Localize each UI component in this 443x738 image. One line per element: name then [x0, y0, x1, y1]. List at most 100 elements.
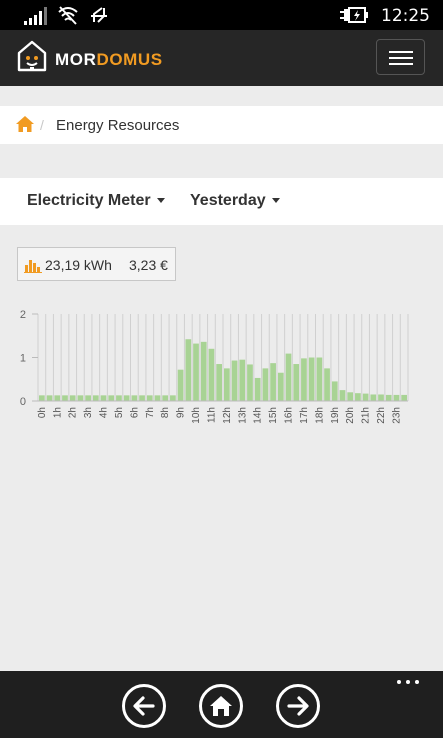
bar: [216, 364, 222, 401]
bar: [277, 372, 284, 401]
arrow-left-icon: [133, 696, 155, 716]
bar: [347, 392, 354, 401]
bar: [331, 381, 338, 401]
period-dropdown[interactable]: Yesterday: [190, 192, 280, 210]
bar: [46, 395, 53, 401]
x-tick-label: 15h: [268, 407, 279, 424]
x-tick-label: 6h: [129, 407, 140, 418]
home-icon: [210, 696, 232, 716]
meter-dropdown[interactable]: Electricity Meter: [27, 192, 165, 210]
arrow-right-icon: [287, 696, 309, 716]
bar: [85, 395, 91, 401]
x-tick-label: 13h: [237, 407, 248, 424]
x-tick-label: 5h: [114, 407, 125, 418]
bar: [285, 353, 292, 401]
bar: [401, 394, 407, 401]
mordomus-logo-icon: [17, 40, 47, 72]
bar: [123, 395, 130, 401]
energy-total: 23,19 kWh: [45, 257, 112, 273]
forward-button[interactable]: [276, 684, 320, 728]
x-tick-label: 14h: [253, 407, 264, 424]
bar: [247, 364, 253, 401]
x-tick-label: 19h: [330, 407, 341, 424]
caret-down-icon: [271, 198, 280, 204]
clock: 12:25: [381, 6, 430, 26]
bar-chart-icon: [24, 260, 42, 273]
bar: [262, 368, 269, 401]
x-tick-label: 22h: [376, 407, 387, 424]
bar: [62, 395, 68, 401]
brand-name: MORDOMUS: [55, 50, 163, 69]
bar: [239, 359, 246, 401]
wifi-icon: [58, 6, 78, 25]
system-status-bar: 12:25: [0, 0, 443, 30]
bar: [154, 395, 161, 401]
y-tick-label: 0: [20, 396, 26, 408]
bar: [39, 395, 45, 401]
bar: [316, 357, 323, 401]
bar: [362, 393, 369, 401]
breadcrumb: / Energy Resources: [0, 106, 443, 144]
hourly-consumption-chart: 0120h 1h 2h 3h 4h 5h 6h 7h 8h 9h 10h 11h 12h 13h 14h 15…: [20, 309, 409, 424]
x-tick-label: 7h: [145, 407, 156, 418]
bar: [69, 395, 76, 401]
bar: [108, 395, 115, 401]
x-tick-label: 21h: [361, 407, 372, 424]
cost-total: 3,23 €: [129, 257, 168, 273]
bar: [92, 395, 99, 401]
bar: [308, 357, 315, 401]
x-tick-label: 16h: [284, 407, 295, 424]
bar: [393, 394, 400, 401]
x-tick-label: 2h: [68, 407, 79, 418]
bar: [355, 393, 361, 401]
x-tick-label: 23h: [391, 407, 402, 424]
data-connection-icon: [91, 7, 107, 23]
x-tick-label: 18h: [314, 407, 325, 424]
bar: [77, 395, 84, 401]
bar: [100, 395, 107, 401]
bar: [54, 395, 61, 401]
x-tick-label: 17h: [299, 407, 310, 424]
consumption-summary: 23,19 kWh 3,23 €: [17, 247, 176, 281]
meter-dropdown-label: Electricity Meter: [27, 192, 151, 209]
bar: [293, 364, 300, 401]
x-tick-label: 10h: [191, 407, 202, 424]
bar: [146, 395, 153, 401]
x-tick-label: 8h: [160, 407, 171, 418]
bar: [170, 395, 176, 401]
y-tick-label: 2: [20, 309, 26, 321]
home-button[interactable]: [199, 684, 243, 728]
bar: [254, 377, 261, 401]
bar: [224, 368, 230, 401]
bar: [193, 343, 199, 401]
app-header: MORDOMUS: [0, 30, 443, 86]
battery-charging-icon: [340, 7, 368, 23]
bar: [139, 395, 145, 401]
bar: [116, 395, 122, 401]
bar: [385, 394, 392, 401]
bottom-app-bar: [0, 671, 443, 738]
menu-button[interactable]: [376, 39, 425, 75]
x-tick-label: 9h: [176, 407, 187, 418]
bar: [339, 390, 346, 401]
bar: [177, 369, 184, 401]
breadcrumb-current: Energy Resources: [56, 117, 180, 134]
more-dots-icon[interactable]: [396, 677, 424, 687]
signal-strength-icon: [24, 7, 47, 25]
bar: [200, 341, 207, 401]
back-button[interactable]: [122, 684, 166, 728]
x-tick-label: 4h: [99, 407, 110, 418]
y-tick-label: 1: [20, 353, 26, 365]
x-tick-label: 0h: [37, 407, 48, 418]
bar: [162, 395, 169, 401]
hamburger-icon: [389, 51, 413, 53]
x-tick-label: 11h: [206, 407, 217, 423]
bar: [301, 358, 307, 401]
bar: [131, 395, 138, 401]
bar: [324, 368, 330, 401]
bar: [370, 394, 377, 401]
home-icon[interactable]: [15, 115, 35, 133]
period-dropdown-label: Yesterday: [190, 192, 266, 209]
x-tick-label: 3h: [83, 407, 94, 418]
x-tick-label: 20h: [345, 407, 356, 424]
